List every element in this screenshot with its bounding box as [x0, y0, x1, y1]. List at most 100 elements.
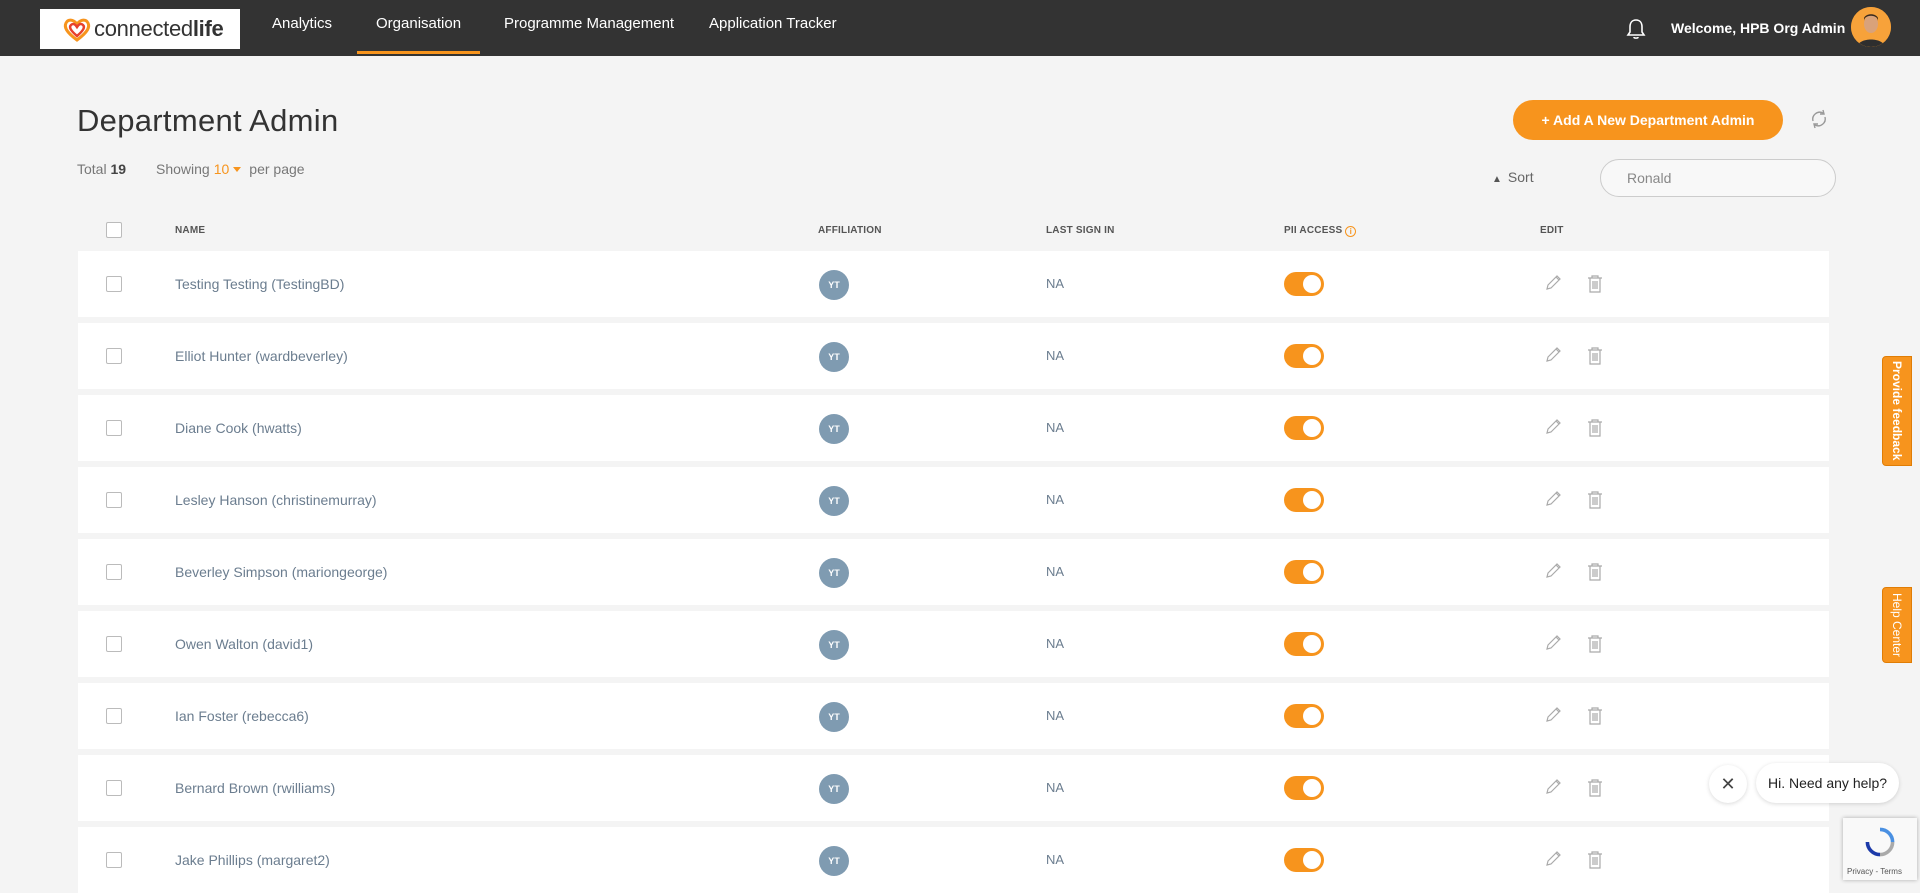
col-last-sign-in[interactable]: LAST SIGN IN: [1046, 225, 1115, 236]
admin-name[interactable]: Beverley Simpson (mariongeorge): [175, 564, 387, 580]
row-checkbox[interactable]: [106, 420, 122, 436]
bell-icon[interactable]: [1626, 18, 1646, 40]
last-sign-in: NA: [1046, 852, 1065, 867]
pencil-icon[interactable]: [1544, 562, 1562, 580]
row-checkbox[interactable]: [106, 276, 122, 292]
help-center-tab[interactable]: Help Center: [1882, 587, 1912, 663]
admin-name[interactable]: Owen Walton (david1): [175, 636, 313, 652]
info-icon[interactable]: i: [1345, 226, 1357, 237]
admin-name[interactable]: Diane Cook (hwatts): [175, 420, 302, 436]
per-page-selector[interactable]: Showing 10 per page: [156, 161, 305, 177]
affiliation-badge: YT: [819, 630, 849, 660]
affiliation-badge: YT: [819, 846, 849, 876]
recaptcha-badge[interactable]: Privacy - Terms: [1843, 818, 1917, 880]
table-row: Jake Phillips (margaret2) YT NA: [78, 827, 1829, 893]
recaptcha-icon: [1865, 827, 1895, 857]
nav-programme-management[interactable]: Programme Management: [485, 0, 693, 56]
connectedlife-logo[interactable]: connectedlife: [40, 9, 240, 49]
affiliation-badge: YT: [819, 558, 849, 588]
recaptcha-text[interactable]: Privacy - Terms: [1847, 867, 1902, 876]
trash-icon[interactable]: [1586, 778, 1604, 798]
last-sign-in: NA: [1046, 636, 1065, 651]
admin-name[interactable]: Ian Foster (rebecca6): [175, 708, 309, 724]
row-checkbox[interactable]: [106, 708, 122, 724]
pencil-icon[interactable]: [1544, 418, 1562, 436]
logo-text: connectedlife: [94, 16, 224, 41]
col-name[interactable]: NAME: [175, 225, 205, 236]
row-checkbox[interactable]: [106, 780, 122, 796]
table-row: Ian Foster (rebecca6) YT NA: [78, 683, 1829, 749]
caret-down-icon[interactable]: [233, 166, 242, 172]
heart-logo-icon: [63, 18, 91, 42]
row-checkbox[interactable]: [106, 492, 122, 508]
last-sign-in: NA: [1046, 564, 1065, 579]
pii-access-toggle[interactable]: [1284, 776, 1324, 800]
affiliation-badge: YT: [819, 414, 849, 444]
table-row: Elliot Hunter (wardbeverley) YT NA: [78, 323, 1829, 389]
affiliation-badge: YT: [819, 774, 849, 804]
trash-icon[interactable]: [1586, 850, 1604, 870]
row-checkbox[interactable]: [106, 852, 122, 868]
last-sign-in: NA: [1046, 492, 1065, 507]
sort-icon: ▲: [1492, 174, 1502, 185]
pii-access-toggle[interactable]: [1284, 848, 1324, 872]
provide-feedback-tab[interactable]: Provide feedback: [1882, 356, 1912, 466]
pencil-icon[interactable]: [1544, 634, 1562, 652]
admin-name[interactable]: Jake Phillips (margaret2): [175, 852, 330, 868]
trash-icon[interactable]: [1586, 418, 1604, 438]
admin-name[interactable]: Testing Testing (TestingBD): [175, 276, 344, 292]
pencil-icon[interactable]: [1544, 850, 1562, 868]
pii-access-toggle[interactable]: [1284, 488, 1324, 512]
chat-bubble[interactable]: Hi. Need any help?: [1756, 763, 1900, 803]
user-avatar[interactable]: [1851, 7, 1891, 47]
nav-organisation[interactable]: Organisation: [357, 0, 481, 56]
trash-icon[interactable]: [1586, 274, 1604, 294]
search-input[interactable]: [1600, 159, 1836, 197]
table-row: Testing Testing (TestingBD) YT NA: [78, 251, 1829, 317]
affiliation-badge: YT: [819, 270, 849, 300]
row-checkbox[interactable]: [106, 348, 122, 364]
trash-icon[interactable]: [1586, 706, 1604, 726]
row-checkbox[interactable]: [106, 564, 122, 580]
sort-button[interactable]: ▲ Sort: [1492, 169, 1534, 185]
add-department-admin-button[interactable]: + Add A New Department Admin: [1513, 100, 1783, 140]
pii-access-toggle[interactable]: [1284, 344, 1324, 368]
pencil-icon[interactable]: [1544, 706, 1562, 724]
chat-close-icon[interactable]: ✕: [1709, 765, 1747, 803]
affiliation-badge: YT: [819, 702, 849, 732]
affiliation-badge: YT: [819, 486, 849, 516]
pii-access-toggle[interactable]: [1284, 560, 1324, 584]
table-row: Bernard Brown (rwilliams) YT NA: [78, 755, 1829, 821]
last-sign-in: NA: [1046, 708, 1065, 723]
nav-analytics[interactable]: Analytics: [253, 0, 351, 56]
select-all-checkbox[interactable]: [106, 222, 122, 238]
avatar-person-icon: [1851, 7, 1891, 47]
refresh-icon[interactable]: [1808, 108, 1830, 130]
table-row: Owen Walton (david1) YT NA: [78, 611, 1829, 677]
welcome-text[interactable]: Welcome, HPB Org Admin: [1671, 20, 1845, 36]
per-page-value[interactable]: 10: [214, 161, 230, 177]
pencil-icon[interactable]: [1544, 274, 1562, 292]
admin-name[interactable]: Elliot Hunter (wardbeverley): [175, 348, 348, 364]
pencil-icon[interactable]: [1544, 490, 1562, 508]
total-count: Total 19: [77, 161, 127, 177]
pii-access-toggle[interactable]: [1284, 416, 1324, 440]
page-title: Department Admin: [77, 103, 339, 138]
trash-icon[interactable]: [1586, 634, 1604, 654]
trash-icon[interactable]: [1586, 346, 1604, 366]
pii-access-toggle[interactable]: [1284, 632, 1324, 656]
table-row: Lesley Hanson (christinemurray) YT NA: [78, 467, 1829, 533]
nav-application-tracker[interactable]: Application Tracker: [690, 0, 856, 56]
admin-name[interactable]: Bernard Brown (rwilliams): [175, 780, 335, 796]
admin-name[interactable]: Lesley Hanson (christinemurray): [175, 492, 377, 508]
col-edit: EDIT: [1540, 225, 1564, 236]
pii-access-toggle[interactable]: [1284, 704, 1324, 728]
pencil-icon[interactable]: [1544, 778, 1562, 796]
row-checkbox[interactable]: [106, 636, 122, 652]
trash-icon[interactable]: [1586, 562, 1604, 582]
col-affiliation[interactable]: AFFILIATION: [818, 225, 882, 236]
pencil-icon[interactable]: [1544, 346, 1562, 364]
trash-icon[interactable]: [1586, 490, 1604, 510]
col-pii-access[interactable]: PII ACCESS i: [1284, 225, 1357, 237]
pii-access-toggle[interactable]: [1284, 272, 1324, 296]
